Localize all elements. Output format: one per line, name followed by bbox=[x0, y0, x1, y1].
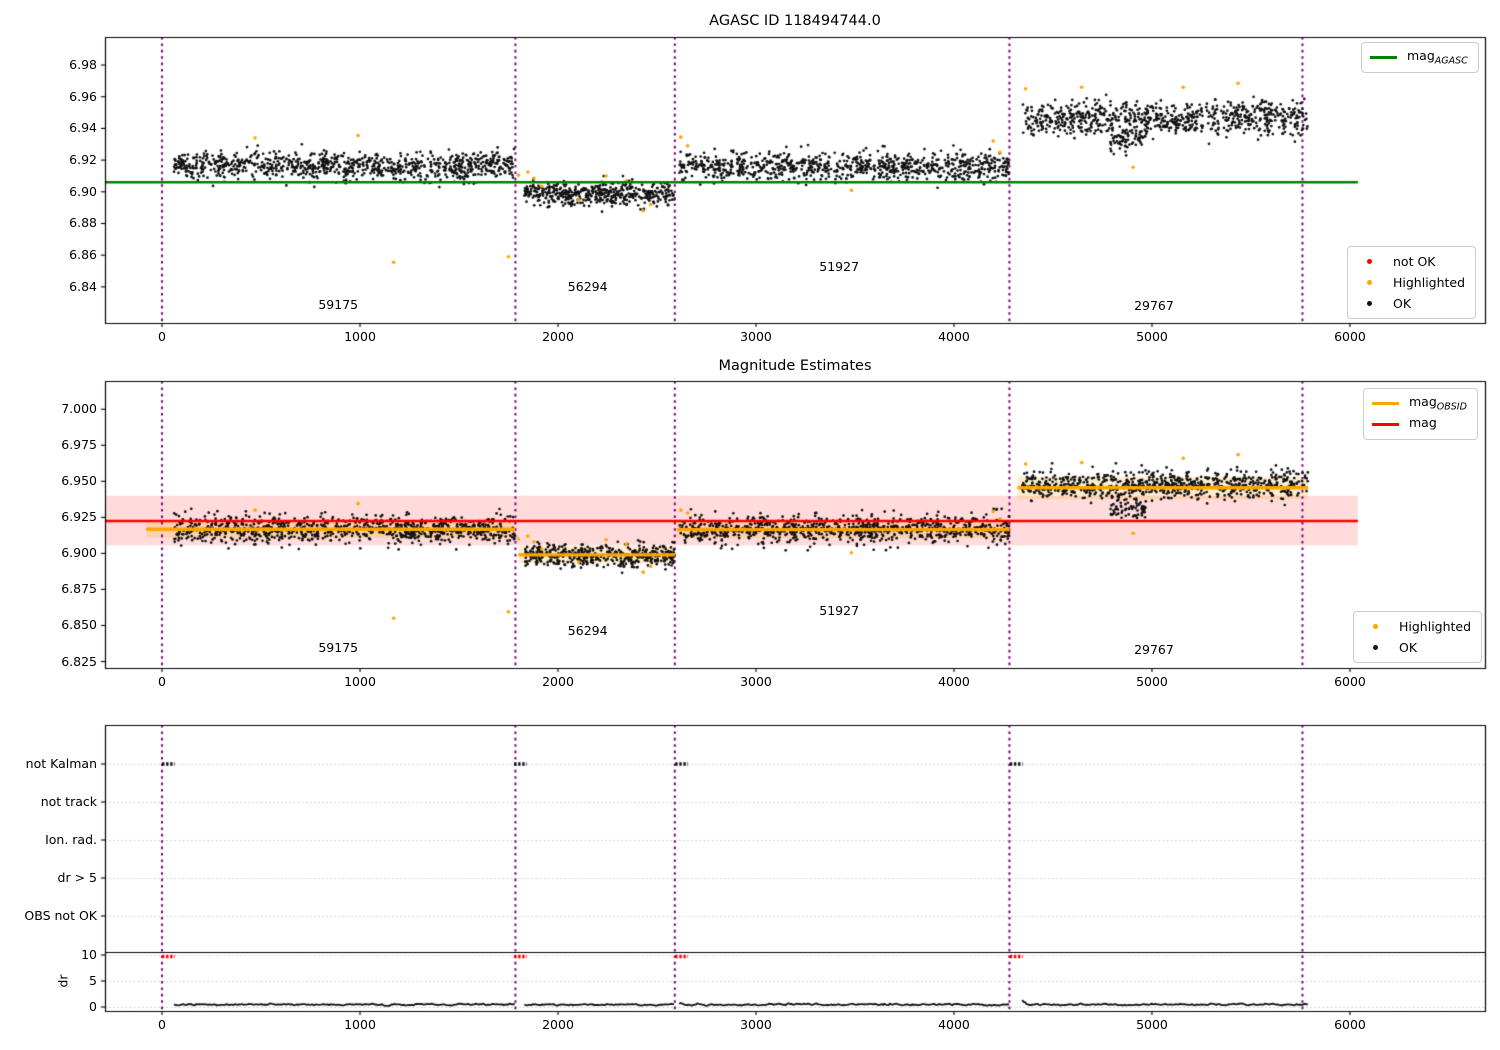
legend-row: OK bbox=[1362, 637, 1471, 658]
obsid-label-plot2: 59175 bbox=[318, 639, 359, 655]
flag-category-label: not Kalman bbox=[25, 755, 97, 771]
legend-row: magOBSID bbox=[1372, 393, 1467, 414]
mag-agasc-line-swatch bbox=[1370, 56, 1397, 59]
marker-swatch-wrap bbox=[1356, 301, 1383, 306]
y-tick-label-plot1: 6.94 bbox=[69, 120, 97, 136]
flag-category-label: not track bbox=[40, 793, 97, 809]
legend-label-mag-obsid: magOBSID bbox=[1409, 394, 1467, 413]
highlighted-marker bbox=[1373, 624, 1378, 629]
x-tick-label-plot3: 3000 bbox=[740, 1016, 772, 1032]
y-tick-label-plot2: 6.975 bbox=[61, 437, 97, 453]
y-tick-label-plot2: 7.000 bbox=[61, 401, 97, 416]
x-tick-label-plot3: 6000 bbox=[1334, 1016, 1366, 1032]
ok-marker bbox=[1367, 301, 1372, 306]
x-tick-label-plot2: 2000 bbox=[542, 673, 574, 689]
obsid-label-plot1: 56294 bbox=[567, 278, 608, 294]
legend-point-status-plot1: not OK Highlighted OK bbox=[1347, 246, 1477, 319]
y-tick-label-plot1: 6.86 bbox=[69, 246, 97, 262]
y-tick-label-plot2: 6.850 bbox=[61, 617, 97, 633]
y-tick-label-plot2: 6.900 bbox=[61, 545, 97, 561]
y-tick-label-plot2: 6.875 bbox=[61, 581, 97, 597]
marker-swatch-wrap bbox=[1362, 645, 1389, 650]
y-tick-label-plot1: 6.96 bbox=[69, 88, 97, 104]
x-tick-label-plot1: 6000 bbox=[1334, 328, 1366, 344]
y-tick-label-plot1: 6.84 bbox=[69, 278, 97, 294]
highlighted-marker bbox=[1367, 280, 1372, 285]
legend-mag-agasc: magAGASC bbox=[1361, 42, 1479, 73]
legend-row: not OK bbox=[1356, 251, 1465, 272]
y-tick-label-plot2: 6.925 bbox=[61, 509, 97, 525]
dr-tick-label: 0 bbox=[89, 998, 97, 1014]
x-tick-label-plot1: 5000 bbox=[1136, 328, 1168, 344]
obsid-label-plot2: 29767 bbox=[1134, 641, 1174, 657]
x-tick-label-plot1: 3000 bbox=[740, 328, 772, 344]
legend-label-mag-agasc: magAGASC bbox=[1407, 48, 1468, 67]
x-tick-label-plot3: 5000 bbox=[1136, 1016, 1168, 1032]
x-tick-label-plot2: 3000 bbox=[740, 673, 772, 689]
legend-label-highlighted: Highlighted bbox=[1393, 275, 1466, 290]
x-tick-label-plot1: 2000 bbox=[542, 328, 574, 344]
figure: AGASC ID 118494744.0 Magnitude Estimates… bbox=[0, 0, 1500, 1050]
x-tick-label-plot3: 4000 bbox=[938, 1016, 970, 1032]
flag-category-label: OBS not OK bbox=[24, 907, 97, 923]
flag-category-label: dr > 5 bbox=[57, 869, 97, 885]
y-tick-label-plot1: 6.90 bbox=[69, 183, 97, 199]
dr-tick-label: 5 bbox=[89, 972, 97, 988]
plot2-title: Magnitude Estimates bbox=[718, 358, 872, 374]
legend-row: OK bbox=[1356, 293, 1465, 314]
legend-mag-lines: magOBSID mag bbox=[1363, 388, 1478, 440]
x-tick-label-plot3: 2000 bbox=[542, 1016, 574, 1032]
x-tick-label-plot2: 0 bbox=[158, 673, 166, 689]
ok-marker bbox=[1373, 645, 1378, 650]
dr-tick-label: 10 bbox=[81, 946, 97, 962]
y-tick-label-plot2: 6.825 bbox=[61, 653, 97, 669]
y-tick-label-plot1: 6.98 bbox=[69, 56, 97, 72]
obsid-label-plot2: 56294 bbox=[567, 622, 608, 638]
x-tick-label-plot3: 0 bbox=[158, 1016, 166, 1032]
obsid-label-plot2: 51927 bbox=[819, 602, 860, 618]
x-tick-label-plot2: 1000 bbox=[344, 673, 376, 689]
y-tick-label-plot1: 6.88 bbox=[69, 215, 97, 231]
chart-canvas bbox=[0, 0, 1500, 1050]
plot1-title: AGASC ID 118494744.0 bbox=[709, 13, 881, 29]
legend-row: Highlighted bbox=[1356, 272, 1465, 293]
marker-swatch-wrap bbox=[1356, 280, 1383, 285]
x-tick-label-plot2: 4000 bbox=[938, 673, 970, 689]
legend-row: magAGASC bbox=[1370, 47, 1468, 68]
legend-label-not-ok: not OK bbox=[1393, 254, 1436, 269]
x-tick-label-plot2: 5000 bbox=[1136, 673, 1168, 689]
y-tick-label-plot1: 6.92 bbox=[69, 151, 97, 167]
x-tick-label-plot1: 1000 bbox=[344, 328, 376, 344]
x-tick-label-plot3: 1000 bbox=[344, 1016, 376, 1032]
legend-label-ok: OK bbox=[1399, 640, 1418, 655]
x-tick-label-plot1: 4000 bbox=[938, 328, 970, 344]
marker-swatch-wrap bbox=[1362, 624, 1389, 629]
obsid-label-plot1: 29767 bbox=[1134, 297, 1174, 313]
legend-label-highlighted: Highlighted bbox=[1399, 619, 1472, 634]
legend-point-status-plot2: Highlighted OK bbox=[1353, 611, 1483, 663]
legend-label-ok: OK bbox=[1393, 296, 1412, 311]
x-tick-label-plot2: 6000 bbox=[1334, 673, 1366, 689]
obsid-label-plot1: 51927 bbox=[819, 258, 860, 274]
y-tick-label-plot2: 6.950 bbox=[61, 473, 97, 489]
not-ok-marker bbox=[1367, 259, 1372, 264]
x-tick-label-plot1: 0 bbox=[158, 328, 166, 344]
mag-line-swatch bbox=[1372, 423, 1399, 426]
marker-swatch-wrap bbox=[1356, 259, 1383, 264]
flag-category-label: Ion. rad. bbox=[45, 831, 97, 847]
mag-obsid-line-swatch bbox=[1372, 402, 1399, 405]
obsid-label-plot1: 59175 bbox=[318, 296, 359, 312]
legend-row: Highlighted bbox=[1362, 616, 1471, 637]
dr-axis-label: dr bbox=[55, 974, 71, 988]
legend-label-mag: mag bbox=[1409, 415, 1437, 431]
legend-row: mag bbox=[1372, 414, 1467, 435]
